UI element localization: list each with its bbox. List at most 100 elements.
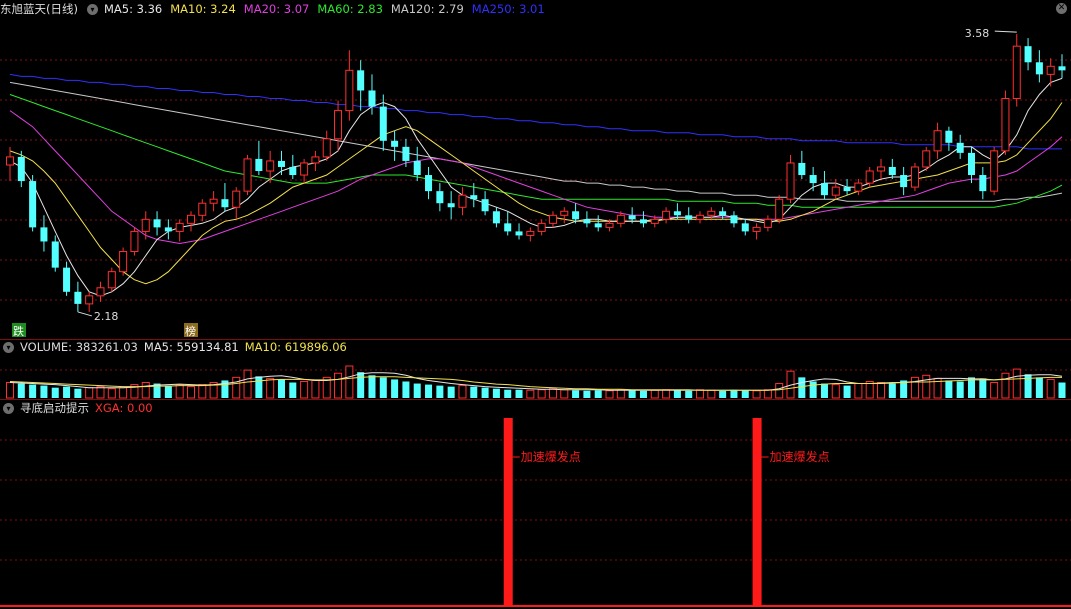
- candle[interactable]: [730, 211, 738, 228]
- volume-bar[interactable]: [820, 383, 828, 398]
- candle[interactable]: [447, 191, 455, 220]
- candle[interactable]: [63, 261, 71, 296]
- volume-bar[interactable]: [922, 374, 931, 399]
- volume-bar[interactable]: [368, 375, 376, 398]
- volume-bar[interactable]: [74, 388, 82, 398]
- candle[interactable]: [186, 211, 195, 232]
- candle[interactable]: [696, 211, 705, 224]
- candle[interactable]: [775, 195, 784, 224]
- volume-bar[interactable]: [639, 390, 647, 398]
- volume-bar[interactable]: [357, 372, 365, 398]
- volume-bar[interactable]: [175, 384, 184, 399]
- candle[interactable]: [798, 150, 806, 180]
- volume-bar[interactable]: [854, 383, 863, 399]
- volume-bar[interactable]: [696, 389, 705, 399]
- volume-bar[interactable]: [526, 389, 535, 399]
- volume-bar[interactable]: [763, 389, 772, 399]
- candle[interactable]: [175, 219, 184, 242]
- candle[interactable]: [956, 134, 964, 159]
- volume-bar[interactable]: [289, 382, 297, 398]
- close-icon[interactable]: ✕: [1056, 3, 1067, 14]
- volume-bar[interactable]: [17, 383, 25, 398]
- candle[interactable]: [141, 211, 150, 240]
- volume-bar[interactable]: [775, 383, 784, 399]
- volume-bar[interactable]: [436, 385, 444, 398]
- candle[interactable]: [854, 179, 863, 196]
- candle[interactable]: [685, 207, 693, 224]
- volume-bar[interactable]: [107, 388, 116, 399]
- volume-bar[interactable]: [685, 390, 693, 398]
- volume-bar[interactable]: [1058, 382, 1066, 398]
- collapse-icon[interactable]: ▾: [3, 402, 14, 414]
- candle[interactable]: [741, 219, 749, 236]
- volume-bar[interactable]: [40, 385, 48, 398]
- volume-bar[interactable]: [51, 387, 59, 398]
- volume-bar[interactable]: [119, 387, 128, 399]
- volume-bar[interactable]: [458, 385, 467, 399]
- candle[interactable]: [1012, 34, 1021, 107]
- candle[interactable]: [560, 207, 569, 224]
- volume-bar[interactable]: [888, 383, 896, 398]
- volume-bar[interactable]: [402, 381, 410, 398]
- volume-bar[interactable]: [447, 386, 455, 398]
- candle[interactable]: [198, 199, 207, 222]
- volume-bar[interactable]: [243, 369, 252, 399]
- volume-bar[interactable]: [945, 380, 953, 398]
- candle[interactable]: [763, 215, 772, 232]
- candle[interactable]: [1024, 38, 1032, 71]
- candle[interactable]: [537, 219, 546, 236]
- volume-bar[interactable]: [29, 384, 37, 398]
- signal-bar[interactable]: [752, 418, 762, 607]
- candle[interactable]: [888, 158, 896, 180]
- candle[interactable]: [526, 227, 535, 242]
- volume-bar[interactable]: [413, 383, 421, 398]
- candle[interactable]: [345, 50, 354, 121]
- candle[interactable]: [232, 187, 241, 220]
- volume-bar[interactable]: [481, 387, 489, 398]
- candle[interactable]: [662, 207, 671, 224]
- candle[interactable]: [209, 191, 218, 212]
- volume-bar[interactable]: [843, 385, 851, 398]
- candle[interactable]: [910, 162, 919, 192]
- volume-bar[interactable]: [311, 379, 320, 399]
- candle[interactable]: [515, 223, 523, 240]
- volume-bar[interactable]: [877, 382, 886, 399]
- volume-bar[interactable]: [605, 390, 614, 399]
- candle[interactable]: [1001, 90, 1010, 155]
- candle[interactable]: [74, 281, 82, 312]
- volume-bar[interactable]: [572, 390, 580, 398]
- candle[interactable]: [922, 146, 931, 171]
- candle[interactable]: [877, 158, 886, 180]
- candle[interactable]: [752, 223, 761, 240]
- volume-bar[interactable]: [255, 376, 263, 398]
- signal-bars[interactable]: 加速爆发点 加速爆发点: [503, 418, 830, 607]
- candle[interactable]: [990, 146, 999, 196]
- volume-bar[interactable]: [719, 390, 727, 398]
- candle[interactable]: [504, 211, 512, 236]
- volume-bar[interactable]: [548, 388, 557, 399]
- candlesticks[interactable]: [5, 34, 1066, 312]
- candle[interactable]: [289, 154, 297, 180]
- candle[interactable]: [277, 150, 285, 176]
- candle[interactable]: [153, 211, 161, 236]
- volume-bar[interactable]: [504, 389, 512, 398]
- candle[interactable]: [221, 183, 229, 212]
- candle[interactable]: [40, 215, 48, 252]
- volume-bar[interactable]: [594, 390, 602, 398]
- volume-bar[interactable]: [1035, 377, 1043, 398]
- candle[interactable]: [831, 179, 840, 200]
- candle[interactable]: [548, 211, 557, 228]
- volume-bar[interactable]: [515, 389, 523, 398]
- candle[interactable]: [933, 122, 942, 159]
- volume-bar[interactable]: [345, 365, 354, 399]
- candle[interactable]: [979, 166, 987, 200]
- volume-bar[interactable]: [628, 390, 636, 398]
- volume-bar[interactable]: [583, 390, 591, 398]
- candle[interactable]: [809, 166, 817, 192]
- candle[interactable]: [594, 215, 602, 232]
- candle[interactable]: [820, 171, 828, 200]
- candle[interactable]: [572, 203, 580, 224]
- candle[interactable]: [334, 100, 343, 151]
- volume-bar[interactable]: [560, 389, 569, 399]
- volume-bar[interactable]: [164, 385, 172, 398]
